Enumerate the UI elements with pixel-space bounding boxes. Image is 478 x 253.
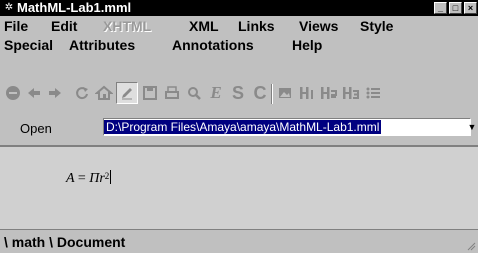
menu-annotations[interactable]: Annotations bbox=[172, 35, 254, 55]
status-bar: \ math \ Document bbox=[0, 229, 478, 253]
edit-mode-icon[interactable] bbox=[116, 82, 138, 104]
document-view[interactable]: A = Πr2 bbox=[0, 145, 478, 229]
menu-file[interactable]: File bbox=[4, 16, 28, 36]
home-icon[interactable] bbox=[94, 82, 114, 104]
strong-icon[interactable]: S bbox=[228, 82, 248, 104]
save-icon[interactable] bbox=[140, 82, 160, 104]
status-path: \ math \ Document bbox=[4, 234, 126, 250]
menu-links[interactable]: Links bbox=[238, 16, 275, 36]
forward-icon[interactable] bbox=[45, 82, 65, 104]
application-window: ✲ MathML-Lab1.mml _ □ × File Edit XHTML … bbox=[0, 0, 478, 253]
text-caret bbox=[110, 170, 112, 184]
formula-lhs[interactable]: A bbox=[66, 171, 74, 186]
heading1-icon[interactable] bbox=[297, 82, 317, 104]
reload-icon[interactable] bbox=[72, 82, 92, 104]
menu-views[interactable]: Views bbox=[299, 16, 338, 36]
code-icon[interactable]: C bbox=[250, 82, 270, 104]
minimize-button[interactable]: _ bbox=[434, 2, 447, 14]
heading3-icon[interactable] bbox=[341, 82, 361, 104]
title-bar[interactable]: ✲ MathML-Lab1.mml _ □ × bbox=[0, 0, 478, 16]
menu-xhtml[interactable]: XHTML bbox=[103, 16, 151, 36]
toolbar-separator bbox=[271, 84, 273, 104]
heading2-icon[interactable] bbox=[319, 82, 339, 104]
toolbar: E S C bbox=[0, 78, 478, 108]
back-icon[interactable] bbox=[24, 82, 44, 104]
find-icon[interactable] bbox=[184, 82, 204, 104]
menu-special[interactable]: Special bbox=[4, 35, 53, 55]
print-icon[interactable] bbox=[162, 82, 182, 104]
menu-bar: File Edit XHTML XML Links Views Style Sp… bbox=[0, 16, 478, 56]
address-input[interactable]: D:\Program Files\Amaya\amaya\MathML-Lab1… bbox=[103, 118, 471, 136]
menu-style[interactable]: Style bbox=[360, 16, 393, 36]
address-dropdown-icon[interactable]: ▼ bbox=[466, 118, 478, 136]
address-value[interactable]: D:\Program Files\Amaya\amaya\MathML-Lab1… bbox=[104, 120, 382, 134]
formula-exponent[interactable]: 2 bbox=[105, 171, 110, 181]
formula-equals[interactable]: = bbox=[78, 171, 86, 186]
menu-edit[interactable]: Edit bbox=[51, 16, 77, 36]
emphasis-icon[interactable]: E bbox=[206, 82, 226, 104]
formula-pi[interactable]: Π bbox=[89, 171, 99, 186]
menu-attributes[interactable]: Attributes bbox=[69, 35, 135, 55]
open-label: Open bbox=[20, 121, 52, 136]
math-formula[interactable]: A = Πr2 bbox=[66, 169, 112, 189]
menu-xml[interactable]: XML bbox=[189, 16, 219, 36]
menu-help[interactable]: Help bbox=[292, 35, 322, 55]
amaya-app-icon[interactable]: ✲ bbox=[3, 2, 15, 14]
stop-icon[interactable] bbox=[3, 82, 23, 104]
list-icon[interactable] bbox=[363, 82, 383, 104]
image-icon[interactable] bbox=[275, 82, 295, 104]
close-button[interactable]: × bbox=[464, 2, 477, 14]
resize-grip-icon[interactable] bbox=[466, 241, 476, 251]
maximize-button[interactable]: □ bbox=[449, 2, 462, 14]
formula-var[interactable]: r bbox=[99, 171, 104, 186]
window-title: MathML-Lab1.mml bbox=[17, 0, 132, 15]
